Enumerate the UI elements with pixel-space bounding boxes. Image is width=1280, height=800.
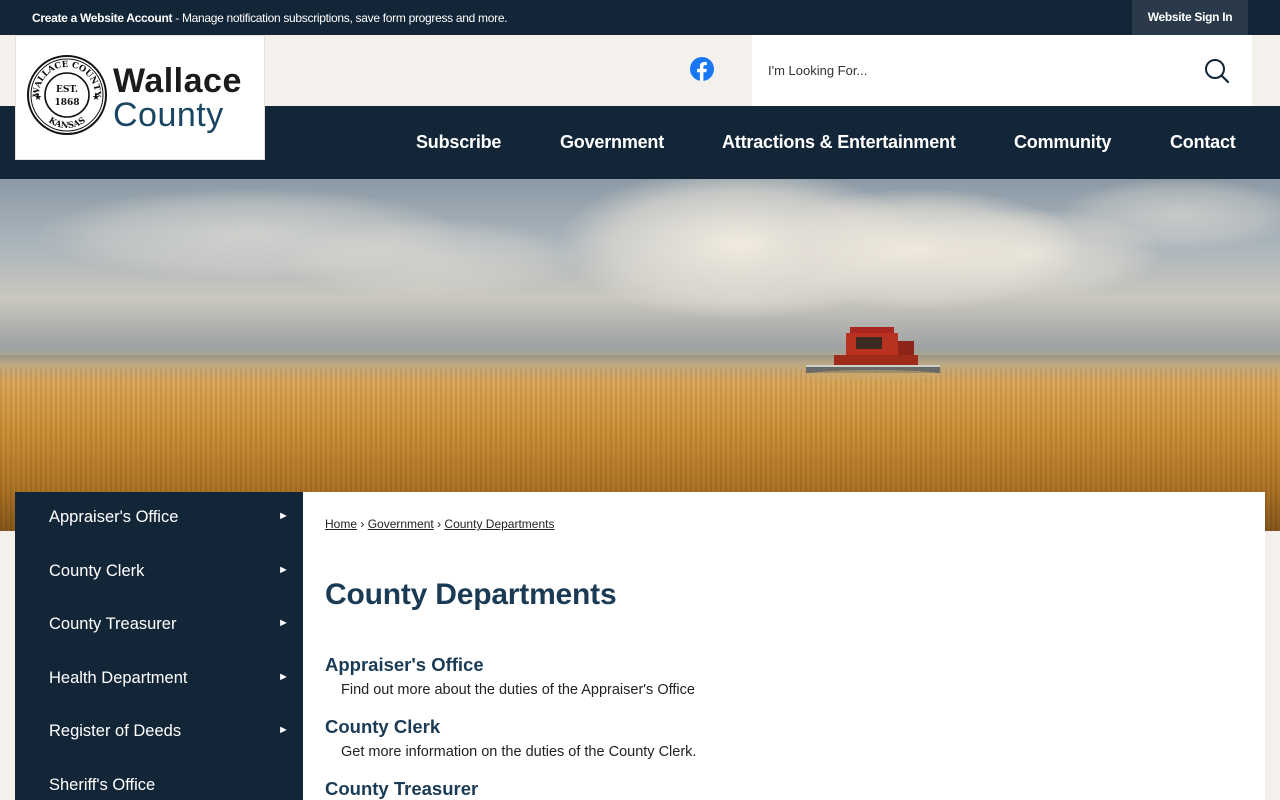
hero-banner-image bbox=[0, 179, 1280, 531]
nav-item-attractions-entertainment[interactable]: Attractions & Entertainment bbox=[722, 106, 956, 179]
right-arrow-icon[interactable]: ► bbox=[278, 671, 289, 683]
nav-item-subscribe[interactable]: Subscribe bbox=[416, 106, 501, 179]
page-title: County Departments bbox=[325, 578, 617, 611]
county-seal-logo: WALLACE COUNTY KANSAS EST. 1868 ★ ★ bbox=[27, 55, 107, 135]
seal-est-text: EST. bbox=[56, 85, 78, 95]
logo-wordmark-county: County bbox=[113, 96, 224, 134]
right-arrow-icon[interactable]: ► bbox=[278, 510, 289, 522]
right-arrow-icon[interactable]: ► bbox=[278, 564, 289, 576]
create-account-description: - Manage notification subscriptions, sav… bbox=[172, 11, 508, 25]
search-bar bbox=[752, 35, 1252, 106]
combine-harvester-image bbox=[806, 327, 940, 379]
department-link-county-treasurer[interactable]: County Treasurer bbox=[325, 778, 478, 800]
breadcrumb: Home › Government › County Departments bbox=[325, 517, 554, 531]
seal-year-text: 1868 bbox=[54, 98, 79, 108]
right-arrow-icon[interactable]: ► bbox=[278, 617, 289, 629]
department-description: Find out more about the duties of the Ap… bbox=[341, 682, 695, 698]
sidebar-item-county-clerk[interactable]: County Clerk ► bbox=[15, 546, 303, 599]
sidebar-item-appraisers-office[interactable]: Appraiser's Office ► bbox=[15, 492, 303, 545]
sidebar-item-label: Appraiser's Office bbox=[49, 508, 179, 526]
department-link-appraisers-office[interactable]: Appraiser's Office bbox=[325, 654, 484, 676]
sidebar-item-label: County Clerk bbox=[49, 562, 145, 580]
nav-item-community[interactable]: Community bbox=[1014, 106, 1111, 179]
sidebar-item-register-of-deeds[interactable]: Register of Deeds ► bbox=[15, 706, 303, 759]
sidebar-item-county-treasurer[interactable]: County Treasurer ► bbox=[15, 599, 303, 652]
main-content: Home › Government › County Departments C… bbox=[303, 492, 1265, 800]
search-icon[interactable] bbox=[1203, 57, 1231, 85]
sidebar-navigation: Appraiser's Office ► County Clerk ► Coun… bbox=[15, 492, 303, 800]
sidebar-item-label: Health Department bbox=[49, 669, 188, 687]
sidebar-item-label: County Treasurer bbox=[49, 615, 177, 633]
department-link-county-clerk[interactable]: County Clerk bbox=[325, 716, 440, 738]
create-account-message[interactable]: Create a Website Account - Manage notifi… bbox=[32, 11, 508, 25]
search-input[interactable] bbox=[768, 57, 1188, 83]
nav-item-government[interactable]: Government bbox=[560, 106, 664, 179]
department-description: Get more information on the duties of th… bbox=[341, 744, 697, 760]
site-logo[interactable]: WALLACE COUNTY KANSAS EST. 1868 ★ ★ Wall… bbox=[15, 35, 265, 160]
svg-text:★: ★ bbox=[34, 92, 42, 102]
svg-text:★: ★ bbox=[92, 92, 100, 102]
facebook-icon[interactable] bbox=[690, 57, 714, 81]
breadcrumb-separator: › bbox=[360, 517, 365, 531]
create-account-link[interactable]: Create a Website Account bbox=[32, 11, 172, 25]
website-sign-in-button[interactable]: Website Sign In bbox=[1132, 0, 1248, 35]
notification-bar: Create a Website Account - Manage notifi… bbox=[0, 0, 1280, 35]
sidebar-item-label: Register of Deeds bbox=[49, 722, 182, 740]
sidebar-item-label: Sheriff's Office bbox=[49, 776, 156, 794]
sidebar-item-health-department[interactable]: Health Department ► bbox=[15, 653, 303, 706]
breadcrumb-government[interactable]: Government bbox=[368, 517, 434, 531]
breadcrumb-county-departments[interactable]: County Departments bbox=[444, 517, 554, 531]
breadcrumb-separator: › bbox=[437, 517, 442, 531]
sidebar-item-sheriffs-office[interactable]: Sheriff's Office bbox=[15, 760, 303, 800]
breadcrumb-home[interactable]: Home bbox=[325, 517, 357, 531]
nav-item-contact[interactable]: Contact bbox=[1170, 106, 1236, 179]
right-arrow-icon[interactable]: ► bbox=[278, 724, 289, 736]
